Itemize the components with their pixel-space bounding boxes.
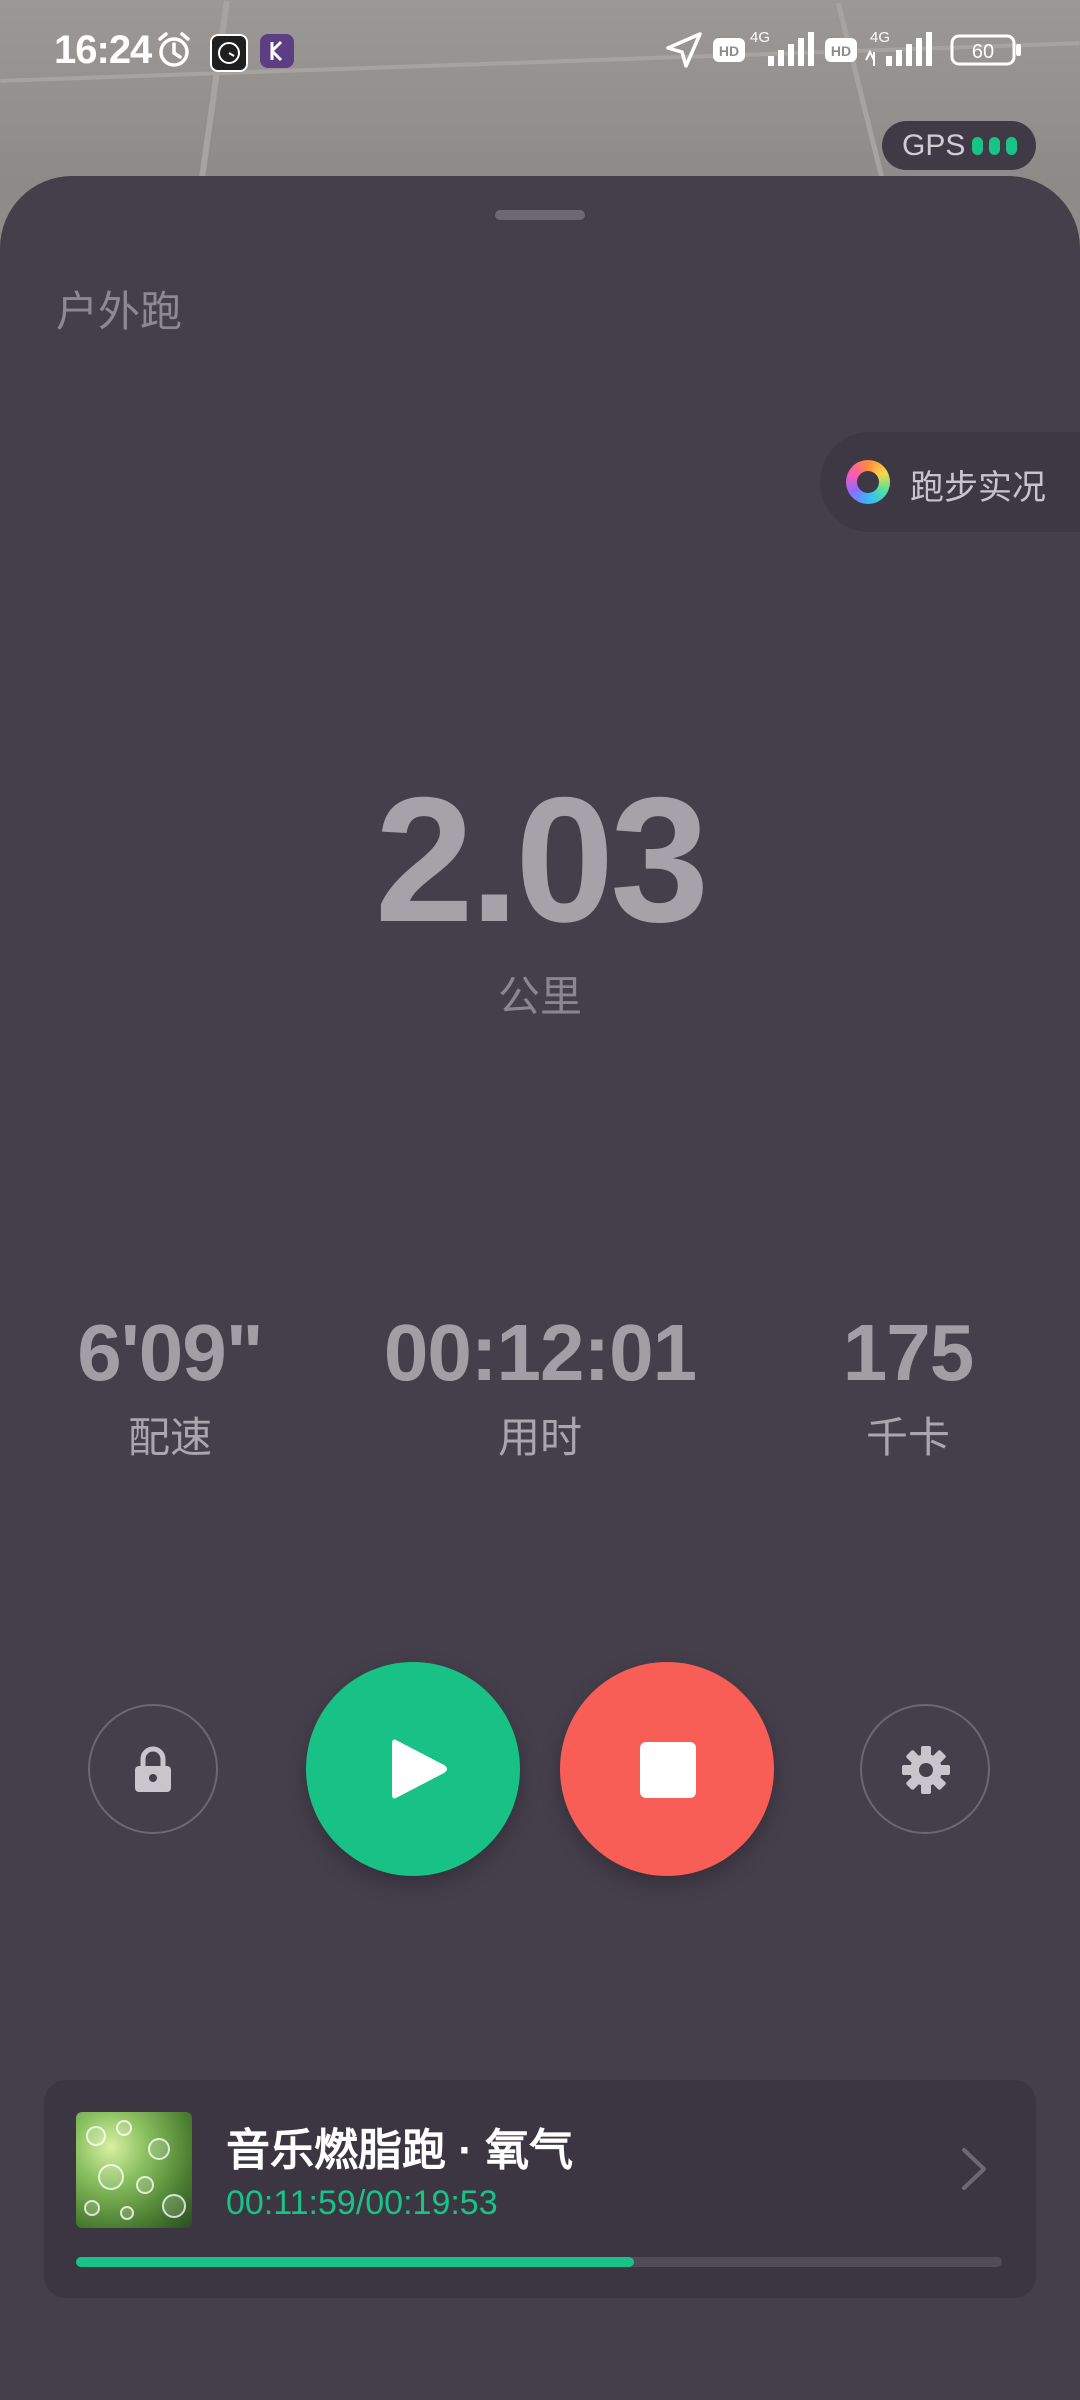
drag-handle[interactable]: [495, 210, 585, 220]
svg-text:4G: 4G: [870, 30, 890, 46]
calories-value: 175: [842, 1308, 974, 1397]
hd-icon: HD: [824, 30, 858, 75]
lock-icon: [131, 1744, 175, 1799]
chevron-right-icon[interactable]: [954, 2144, 994, 2199]
bubble: [148, 2138, 170, 2160]
pace-label: 配速: [127, 1414, 212, 1461]
stat-calories: 175 千卡: [728, 1310, 1080, 1465]
svg-text:HD: HD: [831, 43, 851, 59]
music-player-card[interactable]: 音乐燃脂跑 · 氧气 00:11:59/00:19:53: [44, 2080, 1036, 2298]
calories-label: 千卡: [865, 1414, 950, 1461]
gps-indicator: GPS: [882, 121, 1036, 170]
battery-icon: 60: [950, 30, 1022, 75]
bubble: [86, 2126, 106, 2146]
bubble: [84, 2200, 100, 2216]
album-cover: [76, 2112, 192, 2228]
bubble: [136, 2176, 154, 2194]
battery-level: 60: [972, 41, 994, 63]
bubble: [120, 2206, 134, 2220]
bubble: [116, 2120, 132, 2136]
alarm-icon: [154, 30, 194, 75]
gps-signal-bar: [972, 137, 983, 155]
stop-icon: [640, 1742, 696, 1798]
location-arrow-icon: [664, 30, 704, 75]
signal-4g-icon: 4G: [750, 29, 816, 75]
bubble: [162, 2194, 186, 2218]
stat-pace: 6'09" 配速: [0, 1310, 350, 1465]
keep-app-icon: [260, 34, 294, 68]
resume-button[interactable]: [306, 1662, 520, 1876]
bubble: [98, 2164, 124, 2190]
svg-text:HD: HD: [719, 43, 739, 59]
gps-label: GPS: [902, 129, 966, 162]
pace-value: 6'09": [77, 1308, 263, 1397]
gear-icon: [900, 1744, 952, 1801]
music-title: 音乐燃脂跑 · 氧气: [226, 2126, 574, 2175]
stop-button[interactable]: [560, 1662, 774, 1876]
music-time: 00:11:59/00:19:53: [226, 2184, 498, 2222]
music-progress-bar[interactable]: [76, 2257, 1002, 2267]
duration-value: 00:12:01: [383, 1308, 697, 1397]
run-type-title: 户外跑: [56, 288, 183, 335]
duration-label: 用时: [497, 1414, 582, 1461]
hd-icon: HD: [712, 30, 746, 75]
running-live-label: 跑步实况: [910, 469, 1046, 507]
gps-signal-bar: [1006, 137, 1017, 155]
svg-text:4G: 4G: [750, 30, 770, 46]
distance-unit: 公里: [497, 973, 582, 1020]
status-bar: 16:24 HD 4G HD 4G 60: [0, 0, 1080, 104]
gps-signal-bar: [989, 137, 1000, 155]
signal-4g-icon: 4G: [862, 29, 934, 75]
play-icon: [390, 1736, 450, 1807]
distance-value: 2.03: [374, 760, 709, 959]
music-progress-fill: [76, 2257, 635, 2267]
live-ring-icon: [846, 460, 890, 504]
clock-app-icon: [210, 34, 248, 72]
settings-button[interactable]: [860, 1704, 990, 1834]
running-live-button[interactable]: 跑步实况: [820, 432, 1080, 532]
stat-duration: 00:12:01 用时: [360, 1310, 720, 1465]
lock-button[interactable]: [88, 1704, 218, 1834]
clock: 16:24: [54, 28, 152, 72]
